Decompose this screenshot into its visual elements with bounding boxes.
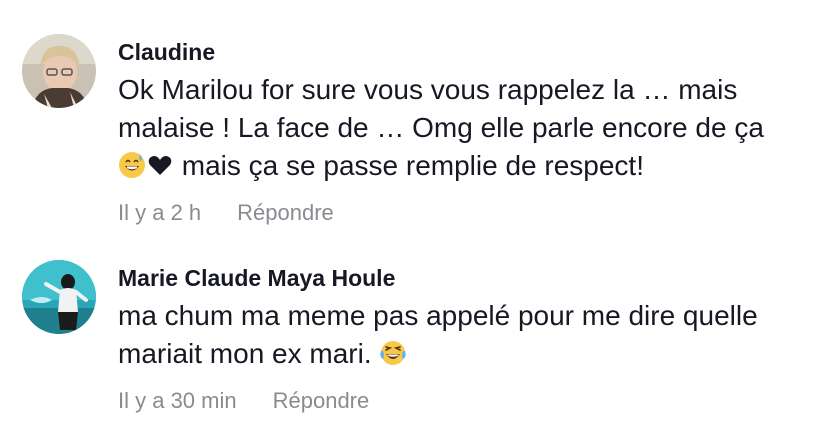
comment-text-line: Ok Marilou for sure vous vous rappelez l… bbox=[118, 74, 738, 105]
comment-content: Marie Claude Maya Houle ma chum ma meme … bbox=[118, 264, 812, 415]
avatar-image bbox=[22, 34, 96, 108]
comment-content: Claudine Ok Marilou for sure vous vous r… bbox=[118, 38, 812, 227]
comment-text: ma chum ma meme pas appelé pour me dire … bbox=[118, 297, 812, 373]
black-heart-emoji bbox=[146, 151, 174, 179]
comment-meta: Il y a 2 h Répondre bbox=[118, 199, 812, 227]
comment-text-line: mariait mon ex mari. bbox=[118, 338, 380, 369]
timestamp: Il y a 30 min bbox=[118, 388, 237, 413]
comment-text-line: malaise ! La face de … Omg elle parle en… bbox=[118, 112, 764, 143]
avatar[interactable] bbox=[22, 260, 96, 334]
username[interactable]: Claudine bbox=[118, 38, 812, 66]
username[interactable]: Marie Claude Maya Houle bbox=[118, 264, 812, 292]
reply-button[interactable]: Répondre bbox=[273, 387, 370, 415]
comment-text-line: mais ça se passe remplie de respect! bbox=[174, 150, 644, 181]
grinning-sweat-emoji bbox=[118, 151, 146, 179]
avatar-image bbox=[22, 260, 96, 334]
timestamp: Il y a 2 h bbox=[118, 200, 202, 225]
reply-button[interactable]: Répondre bbox=[237, 199, 334, 227]
comment-meta: Il y a 30 min Répondre bbox=[118, 387, 812, 415]
comment-text-line: ma chum ma meme pas appelé pour me dire … bbox=[118, 300, 758, 331]
tears-of-joy-emoji bbox=[379, 339, 407, 367]
comment-text: Ok Marilou for sure vous vous rappelez l… bbox=[118, 71, 812, 185]
avatar[interactable] bbox=[22, 34, 96, 108]
